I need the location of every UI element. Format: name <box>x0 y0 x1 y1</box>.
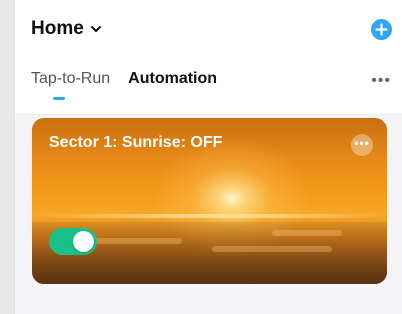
home-title: Home <box>31 18 84 39</box>
header: Home Tap-to-Run Automation ••• <box>15 0 402 115</box>
automation-more-button[interactable]: ••• <box>351 134 373 156</box>
cloud-streak <box>212 246 332 252</box>
active-tab-indicator <box>53 97 65 100</box>
cloud-streak <box>92 238 182 244</box>
automation-title: Sector 1: Sunrise: OFF <box>49 134 223 151</box>
more-options-button[interactable]: ••• <box>371 72 391 90</box>
home-selector[interactable]: Home <box>31 18 102 40</box>
more-dots-icon: ••• <box>354 136 370 150</box>
tab-automation[interactable]: Automation <box>128 70 217 88</box>
tab-bar: Tap-to-Run Automation <box>31 70 217 88</box>
cloud-streak <box>272 230 342 236</box>
toggle-knob <box>73 231 94 252</box>
add-button[interactable] <box>371 19 392 40</box>
automation-card[interactable]: Sector 1: Sunrise: OFF ••• <box>32 118 387 284</box>
horizon-glow <box>32 214 387 218</box>
tab-tap-to-run[interactable]: Tap-to-Run <box>31 70 110 88</box>
chevron-down-icon <box>90 26 101 32</box>
plus-icon <box>375 23 388 36</box>
automation-toggle[interactable] <box>49 228 97 255</box>
app-window: Home Tap-to-Run Automation ••• Sector 1:… <box>14 0 402 314</box>
